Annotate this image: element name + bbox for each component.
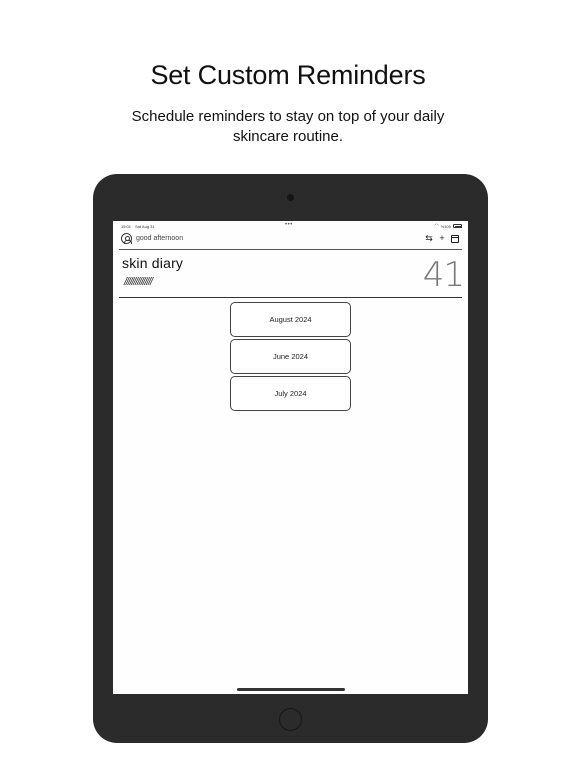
camera-icon	[287, 194, 294, 201]
plus-icon[interactable]: +	[437, 233, 447, 244]
swap-icon[interactable]: ⇆	[424, 233, 434, 244]
battery-percent: %100	[440, 223, 451, 229]
hatch-decoration: ///////////////	[124, 276, 153, 288]
month-item-june-2024[interactable]: June 2024	[230, 339, 351, 374]
calendar-button[interactable]	[450, 233, 460, 244]
user-icon[interactable]	[121, 233, 132, 244]
header-divider	[119, 249, 462, 250]
page-title: skin diary	[122, 255, 184, 271]
month-list: August 2024 June 2024 July 2024	[230, 302, 351, 413]
calendar-icon	[451, 234, 459, 243]
home-indicator[interactable]	[237, 688, 345, 691]
promo-page: Set Custom Reminders Schedule reminders …	[0, 0, 576, 768]
header-actions: ⇆ +	[424, 233, 460, 244]
wifi-icon: ◠	[434, 223, 439, 229]
entry-count: 41	[422, 255, 465, 295]
status-indicators: ◠ %100	[434, 223, 462, 229]
status-bar: 15:01 Sat Aug 31 ••• ◠ %100	[113, 221, 468, 231]
month-item-july-2024[interactable]: July 2024	[230, 376, 351, 411]
promo-subline: Schedule reminders to stay on top of you…	[131, 108, 445, 145]
multitasking-dots-icon[interactable]: •••	[285, 222, 293, 228]
status-time: 15:01	[121, 224, 132, 229]
app-screen: 15:01 Sat Aug 31 ••• ◠ %100 good afterno…	[113, 221, 468, 694]
greeting-text: good afternoon	[136, 234, 184, 242]
title-divider	[119, 297, 462, 299]
month-item-august-2024[interactable]: August 2024	[230, 302, 351, 337]
battery-icon	[453, 224, 462, 228]
app-header: good afternoon ⇆ +	[121, 233, 460, 247]
promo-headline: Set Custom Reminders	[150, 60, 426, 90]
home-button[interactable]	[279, 708, 302, 731]
tablet-frame: 15:01 Sat Aug 31 ••• ◠ %100 good afterno…	[93, 174, 488, 743]
status-date: Sat Aug 31	[135, 224, 155, 229]
